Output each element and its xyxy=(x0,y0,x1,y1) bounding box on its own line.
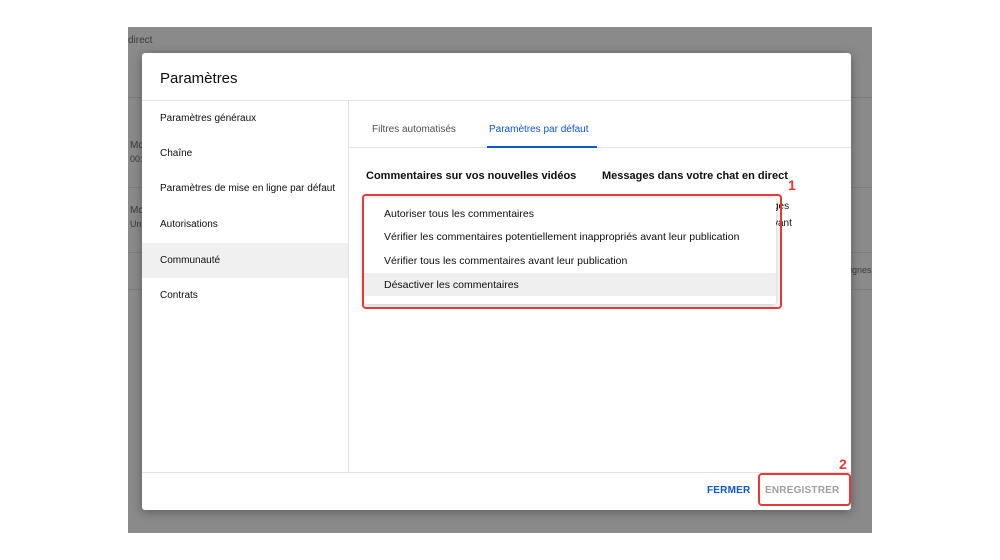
comments-dropdown-menu: Autoriser tous les commentaires Vérifier… xyxy=(364,198,776,304)
sidebar-item-permissions[interactable]: Autorisations xyxy=(142,207,348,242)
comments-heading: Commentaires sur vos nouvelles vidéos xyxy=(366,170,577,182)
settings-sidebar: Paramètres généraux Chaîne Paramètres de… xyxy=(142,101,349,473)
settings-tabs: Filtres automatisés Paramètres par défau… xyxy=(349,101,851,148)
option-label: Autoriser tous les commentaires xyxy=(384,208,534,220)
tab-defaults[interactable]: Paramètres par défaut xyxy=(487,101,597,148)
background-text: direct xyxy=(128,35,153,46)
option-label: Vérifier les commentaires potentiellemen… xyxy=(384,231,740,243)
tab-automated-filters[interactable]: Filtres automatisés xyxy=(372,101,468,147)
annotation-marker-1: 1 xyxy=(788,177,796,193)
settings-dialog: Paramètres Paramètres généraux Chaîne Pa… xyxy=(142,53,851,510)
sidebar-item-label: Contrats xyxy=(160,290,198,301)
save-button[interactable]: ENREGISTRER xyxy=(765,485,839,496)
tab-label: Paramètres par défaut xyxy=(489,124,589,135)
option-label: Vérifier tous les commentaires avant leu… xyxy=(384,255,628,267)
option-label: Désactiver les commentaires xyxy=(384,279,519,291)
annotation-marker-2: 2 xyxy=(839,456,847,472)
background-text: 00: xyxy=(130,154,143,164)
close-button[interactable]: FERMER xyxy=(707,485,750,496)
sidebar-item-community[interactable]: Communauté xyxy=(142,243,348,278)
sidebar-item-label: Autorisations xyxy=(160,219,218,230)
sidebar-item-upload-defaults[interactable]: Paramètres de mise en ligne par défaut xyxy=(142,171,348,206)
option-hold-all[interactable]: Vérifier tous les commentaires avant leu… xyxy=(364,249,776,272)
background-text: Un xyxy=(130,219,142,229)
sidebar-item-label: Paramètres généraux xyxy=(160,113,257,124)
sidebar-item-label: Chaîne xyxy=(160,148,193,159)
footer-divider xyxy=(142,472,851,473)
sidebar-item-label: Paramètres de mise en ligne par défaut xyxy=(160,183,336,194)
chat-heading: Messages dans votre chat en direct xyxy=(602,170,788,182)
background-text: ignes xyxy=(850,265,872,275)
option-allow-all[interactable]: Autoriser tous les commentaires xyxy=(364,202,776,225)
tab-label: Filtres automatisés xyxy=(372,124,456,135)
option-disable-comments[interactable]: Désactiver les commentaires xyxy=(364,273,776,296)
sidebar-item-general[interactable]: Paramètres généraux xyxy=(142,101,348,136)
option-hold-inappropriate[interactable]: Vérifier les commentaires potentiellemen… xyxy=(364,225,776,248)
dialog-title: Paramètres xyxy=(160,70,238,87)
sidebar-item-agreements[interactable]: Contrats xyxy=(142,278,348,313)
sidebar-item-label: Communauté xyxy=(160,255,221,266)
sidebar-item-channel[interactable]: Chaîne xyxy=(142,136,348,171)
tab-active-indicator xyxy=(487,146,597,148)
